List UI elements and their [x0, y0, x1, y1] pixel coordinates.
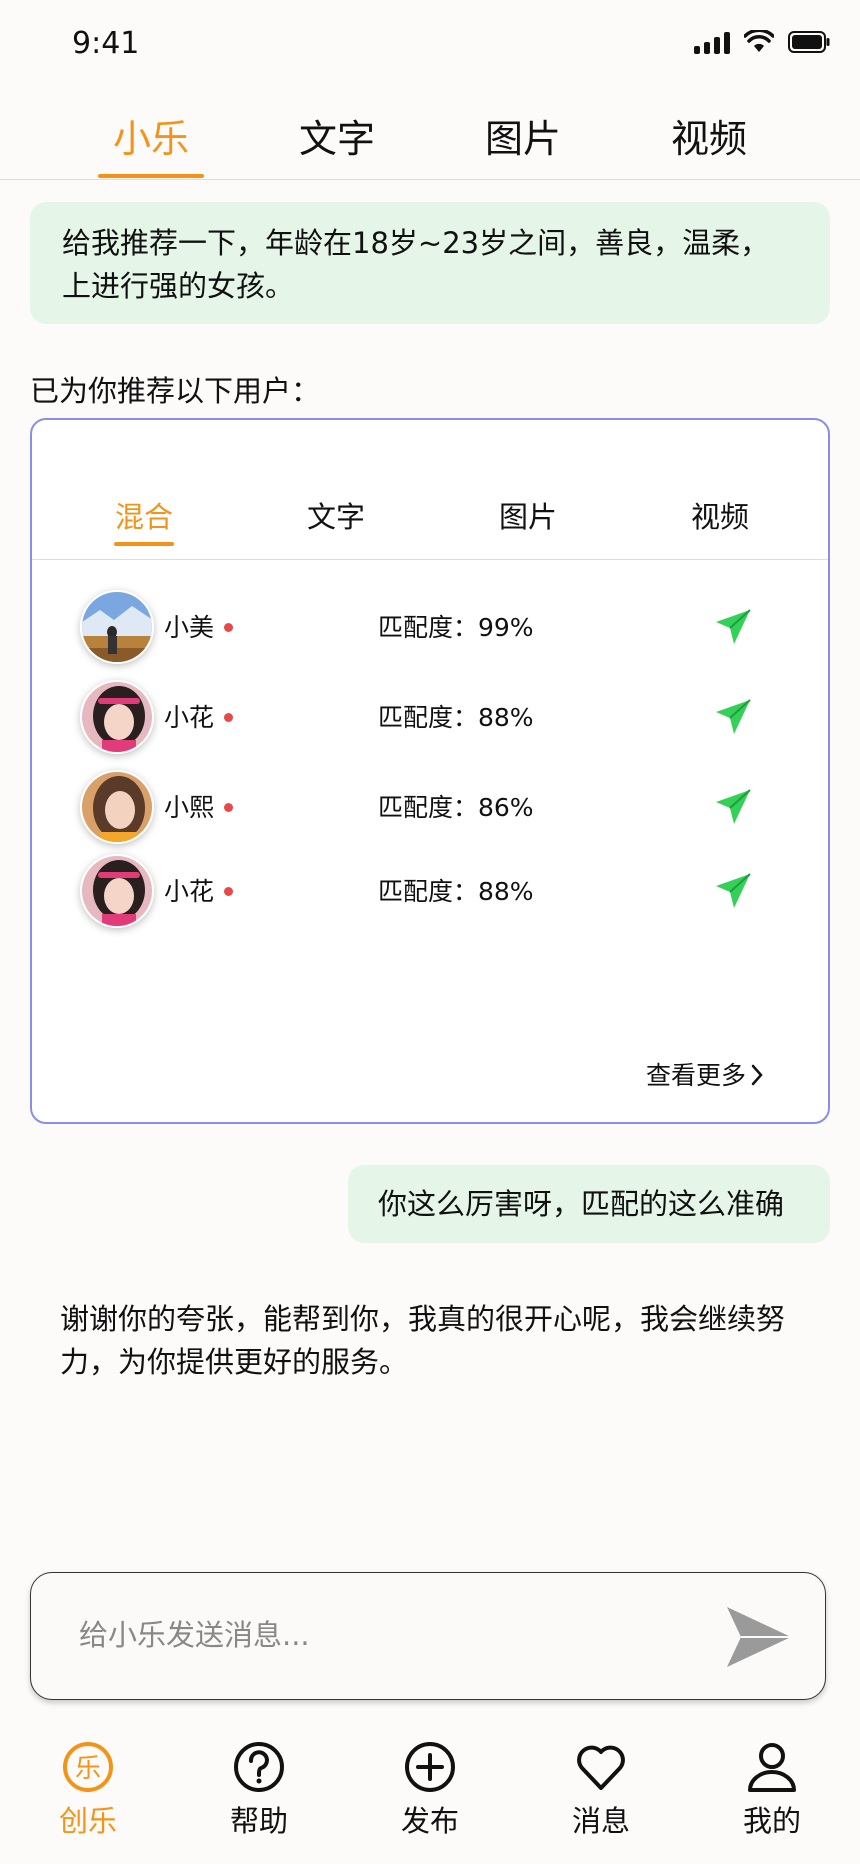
- status-icons: [694, 30, 830, 54]
- send-icon[interactable]: [712, 606, 754, 648]
- user-reply-bubble: 你这么厉害呀，匹配的这么准确: [348, 1165, 830, 1243]
- bottom-nav: 乐 创乐 帮助 发布 消息 我的: [0, 1720, 860, 1864]
- assistant-reply: 谢谢你的夸张，能帮到你，我真的很开心呢，我会继续努力，为你提供更好的服务。: [60, 1302, 786, 1379]
- message-input-box: [30, 1572, 826, 1700]
- tab-text[interactable]: 文字: [267, 108, 407, 163]
- recommend-card: 混合 文字 图片 视频 小美 匹配度：99% 小花 匹配度：88% 小熙 匹配度…: [30, 418, 830, 1124]
- user-name: 小熙: [164, 793, 215, 822]
- tab-xiaole[interactable]: 小乐: [81, 108, 221, 163]
- online-status-dot: [224, 887, 233, 896]
- user-row[interactable]: 小熙 匹配度：86%: [32, 768, 828, 848]
- nav-label: 发布: [400, 1804, 459, 1838]
- nav-item-help[interactable]: 帮助: [199, 1740, 319, 1840]
- card-tab-image[interactable]: 图片: [458, 494, 598, 536]
- send-icon[interactable]: [712, 786, 754, 828]
- user-name: 小美: [164, 613, 215, 642]
- user-row[interactable]: 小花 匹配度：88%: [32, 852, 828, 932]
- message-input[interactable]: [79, 1613, 679, 1657]
- user-icon: [748, 1743, 796, 1792]
- tab-image[interactable]: 图片: [453, 108, 593, 163]
- send-message-button[interactable]: [723, 1603, 795, 1671]
- user-name: 小花: [164, 703, 215, 732]
- card-tab-video[interactable]: 视频: [650, 494, 790, 536]
- svg-text:乐: 乐: [75, 1754, 101, 1784]
- nav-item-messages[interactable]: 消息: [541, 1740, 661, 1840]
- card-tab-indicator: [114, 542, 174, 546]
- send-icon[interactable]: [712, 696, 754, 738]
- active-tab-indicator: [98, 174, 204, 178]
- online-status-dot: [224, 713, 233, 722]
- send-icon[interactable]: [712, 870, 754, 912]
- user-row[interactable]: 小花 匹配度：88%: [32, 678, 828, 758]
- nav-label: 消息: [571, 1804, 630, 1838]
- user-row[interactable]: 小美 匹配度：99%: [32, 588, 828, 668]
- card-tab-mixed[interactable]: 混合: [74, 494, 214, 536]
- match-score: 匹配度：88%: [378, 703, 534, 732]
- top-tabs: 小乐 文字 图片 视频: [0, 100, 860, 180]
- avatar[interactable]: [80, 590, 154, 664]
- signal-icon: [694, 30, 730, 54]
- avatar[interactable]: [80, 854, 154, 928]
- nav-label: 创乐: [58, 1804, 117, 1838]
- heart-icon: [577, 1745, 625, 1790]
- le-circle-icon: 乐: [63, 1742, 113, 1792]
- user-prompt-bubble: 给我推荐一下，年龄在18岁~23岁之间，善良，温柔，上进行强的女孩。: [30, 202, 830, 324]
- recommend-intro: 已为你推荐以下用户：: [30, 374, 321, 408]
- match-score: 匹配度：99%: [378, 613, 534, 642]
- status-time: 9:41: [72, 26, 140, 61]
- match-score: 匹配度：88%: [378, 877, 534, 906]
- nav-item-mine[interactable]: 我的: [712, 1740, 832, 1840]
- wifi-icon: [744, 30, 774, 54]
- tab-video[interactable]: 视频: [639, 108, 779, 163]
- status-bar: 9:41: [0, 0, 860, 90]
- nav-label: 帮助: [229, 1804, 288, 1838]
- plus-circle-icon: [405, 1742, 455, 1792]
- online-status-dot: [224, 803, 233, 812]
- match-score: 匹配度：86%: [378, 793, 534, 822]
- help-icon: [234, 1742, 284, 1792]
- nav-item-chuangle[interactable]: 乐 创乐: [28, 1740, 148, 1840]
- nav-label: 我的: [742, 1804, 801, 1838]
- see-more-link[interactable]: 查看更多: [646, 1056, 746, 1092]
- chevron-right-icon[interactable]: [750, 1060, 764, 1090]
- card-tab-text[interactable]: 文字: [266, 494, 406, 536]
- online-status-dot: [224, 623, 233, 632]
- user-name: 小花: [164, 877, 215, 906]
- battery-icon: [788, 31, 830, 53]
- nav-item-publish[interactable]: 发布: [370, 1740, 490, 1840]
- card-tabs: 混合 文字 图片 视频: [32, 470, 828, 560]
- avatar[interactable]: [80, 680, 154, 754]
- avatar[interactable]: [80, 770, 154, 844]
